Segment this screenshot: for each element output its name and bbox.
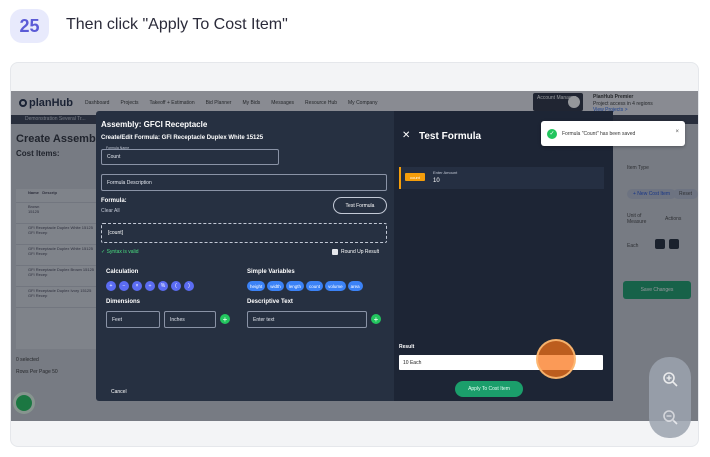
- add-descriptive-icon[interactable]: +: [371, 314, 381, 324]
- step-instruction: Then click "Apply To Cost Item": [66, 16, 288, 33]
- divide-operator-button[interactable]: ÷: [145, 281, 155, 291]
- formula-label: Formula:: [101, 198, 127, 204]
- descriptive-text-label: Descriptive Text: [247, 299, 293, 305]
- var-area-button[interactable]: area: [347, 281, 363, 291]
- dimensions-label: Dimensions: [106, 299, 141, 305]
- simple-variables-label: Simple Variables: [247, 269, 295, 275]
- close-icon[interactable]: ✕: [402, 130, 410, 141]
- var-width-button[interactable]: width: [267, 281, 284, 291]
- step-number-badge: 25: [10, 9, 49, 43]
- feet-select[interactable]: Feet: [106, 311, 160, 328]
- apply-to-cost-item-button[interactable]: Apply To Cost Item: [455, 381, 523, 397]
- syntax-valid-status: ✓ Syntax is valid: [101, 249, 139, 255]
- result-label: Result: [399, 344, 415, 350]
- formula-editor[interactable]: [count]: [101, 223, 387, 243]
- enter-amount-label: Enter Amount: [433, 170, 458, 175]
- multiply-operator-button[interactable]: ×: [132, 281, 142, 291]
- calculation-label: Calculation: [106, 269, 139, 275]
- toast-message: Formula "Count" has been saved: [562, 130, 636, 137]
- inches-select[interactable]: Inches: [164, 311, 216, 328]
- modal-subtitle: Create/Edit Formula: GFI Receptacle Dupl…: [101, 135, 264, 141]
- var-length-button[interactable]: length: [285, 281, 305, 291]
- zoom-out-icon[interactable]: [649, 397, 691, 437]
- click-indicator: [536, 339, 576, 379]
- test-formula-panel: ✕ Test Formula count Enter Amount 10 Res…: [394, 111, 613, 401]
- close-paren-button[interactable]: ): [184, 281, 194, 291]
- app-screenshot: planHub Dashboard Projects Takeoff + Est…: [11, 91, 698, 421]
- var-count-button[interactable]: count: [306, 281, 324, 291]
- test-formula-title: Test Formula: [419, 131, 482, 142]
- zoom-in-icon[interactable]: [649, 359, 691, 399]
- clear-all-link[interactable]: Clear All: [101, 208, 120, 214]
- round-up-checkbox[interactable]: Round Up Result: [332, 249, 379, 255]
- toast-close-icon[interactable]: ×: [675, 129, 679, 135]
- checkbox-icon: [332, 249, 338, 255]
- success-check-icon: ✓: [547, 128, 557, 139]
- add-dimension-icon[interactable]: +: [220, 314, 230, 324]
- variable-buttons: height width length count volume area: [247, 281, 363, 291]
- minus-operator-button[interactable]: −: [119, 281, 129, 291]
- saved-toast: ✓ Formula "Count" has been saved ×: [541, 121, 685, 146]
- formula-name-input[interactable]: Count: [101, 149, 279, 165]
- var-volume-button[interactable]: volume: [325, 281, 346, 291]
- percent-operator-button[interactable]: %: [158, 281, 168, 291]
- round-up-label: Round Up Result: [341, 249, 380, 255]
- test-formula-button[interactable]: Test Formula: [333, 197, 387, 214]
- cancel-button[interactable]: Cancel: [111, 389, 127, 395]
- syntax-valid-text: Syntax is valid: [106, 249, 139, 255]
- formula-description-input[interactable]: Formula Description: [101, 174, 387, 191]
- screenshot-frame: planHub Dashboard Projects Takeoff + Est…: [10, 62, 699, 447]
- count-tag: count: [405, 173, 425, 181]
- zoom-controls: [649, 357, 691, 438]
- modal-title: Assembly: GFCI Receptacle: [101, 120, 208, 129]
- operator-buttons: + − × ÷ % ( ): [106, 281, 194, 291]
- var-height-button[interactable]: height: [247, 281, 266, 291]
- variable-input-row: count Enter Amount 10: [399, 167, 604, 189]
- open-paren-button[interactable]: (: [171, 281, 181, 291]
- plus-operator-button[interactable]: +: [106, 281, 116, 291]
- descriptive-text-input[interactable]: Enter text: [247, 311, 367, 328]
- enter-amount-input[interactable]: 10: [433, 178, 440, 184]
